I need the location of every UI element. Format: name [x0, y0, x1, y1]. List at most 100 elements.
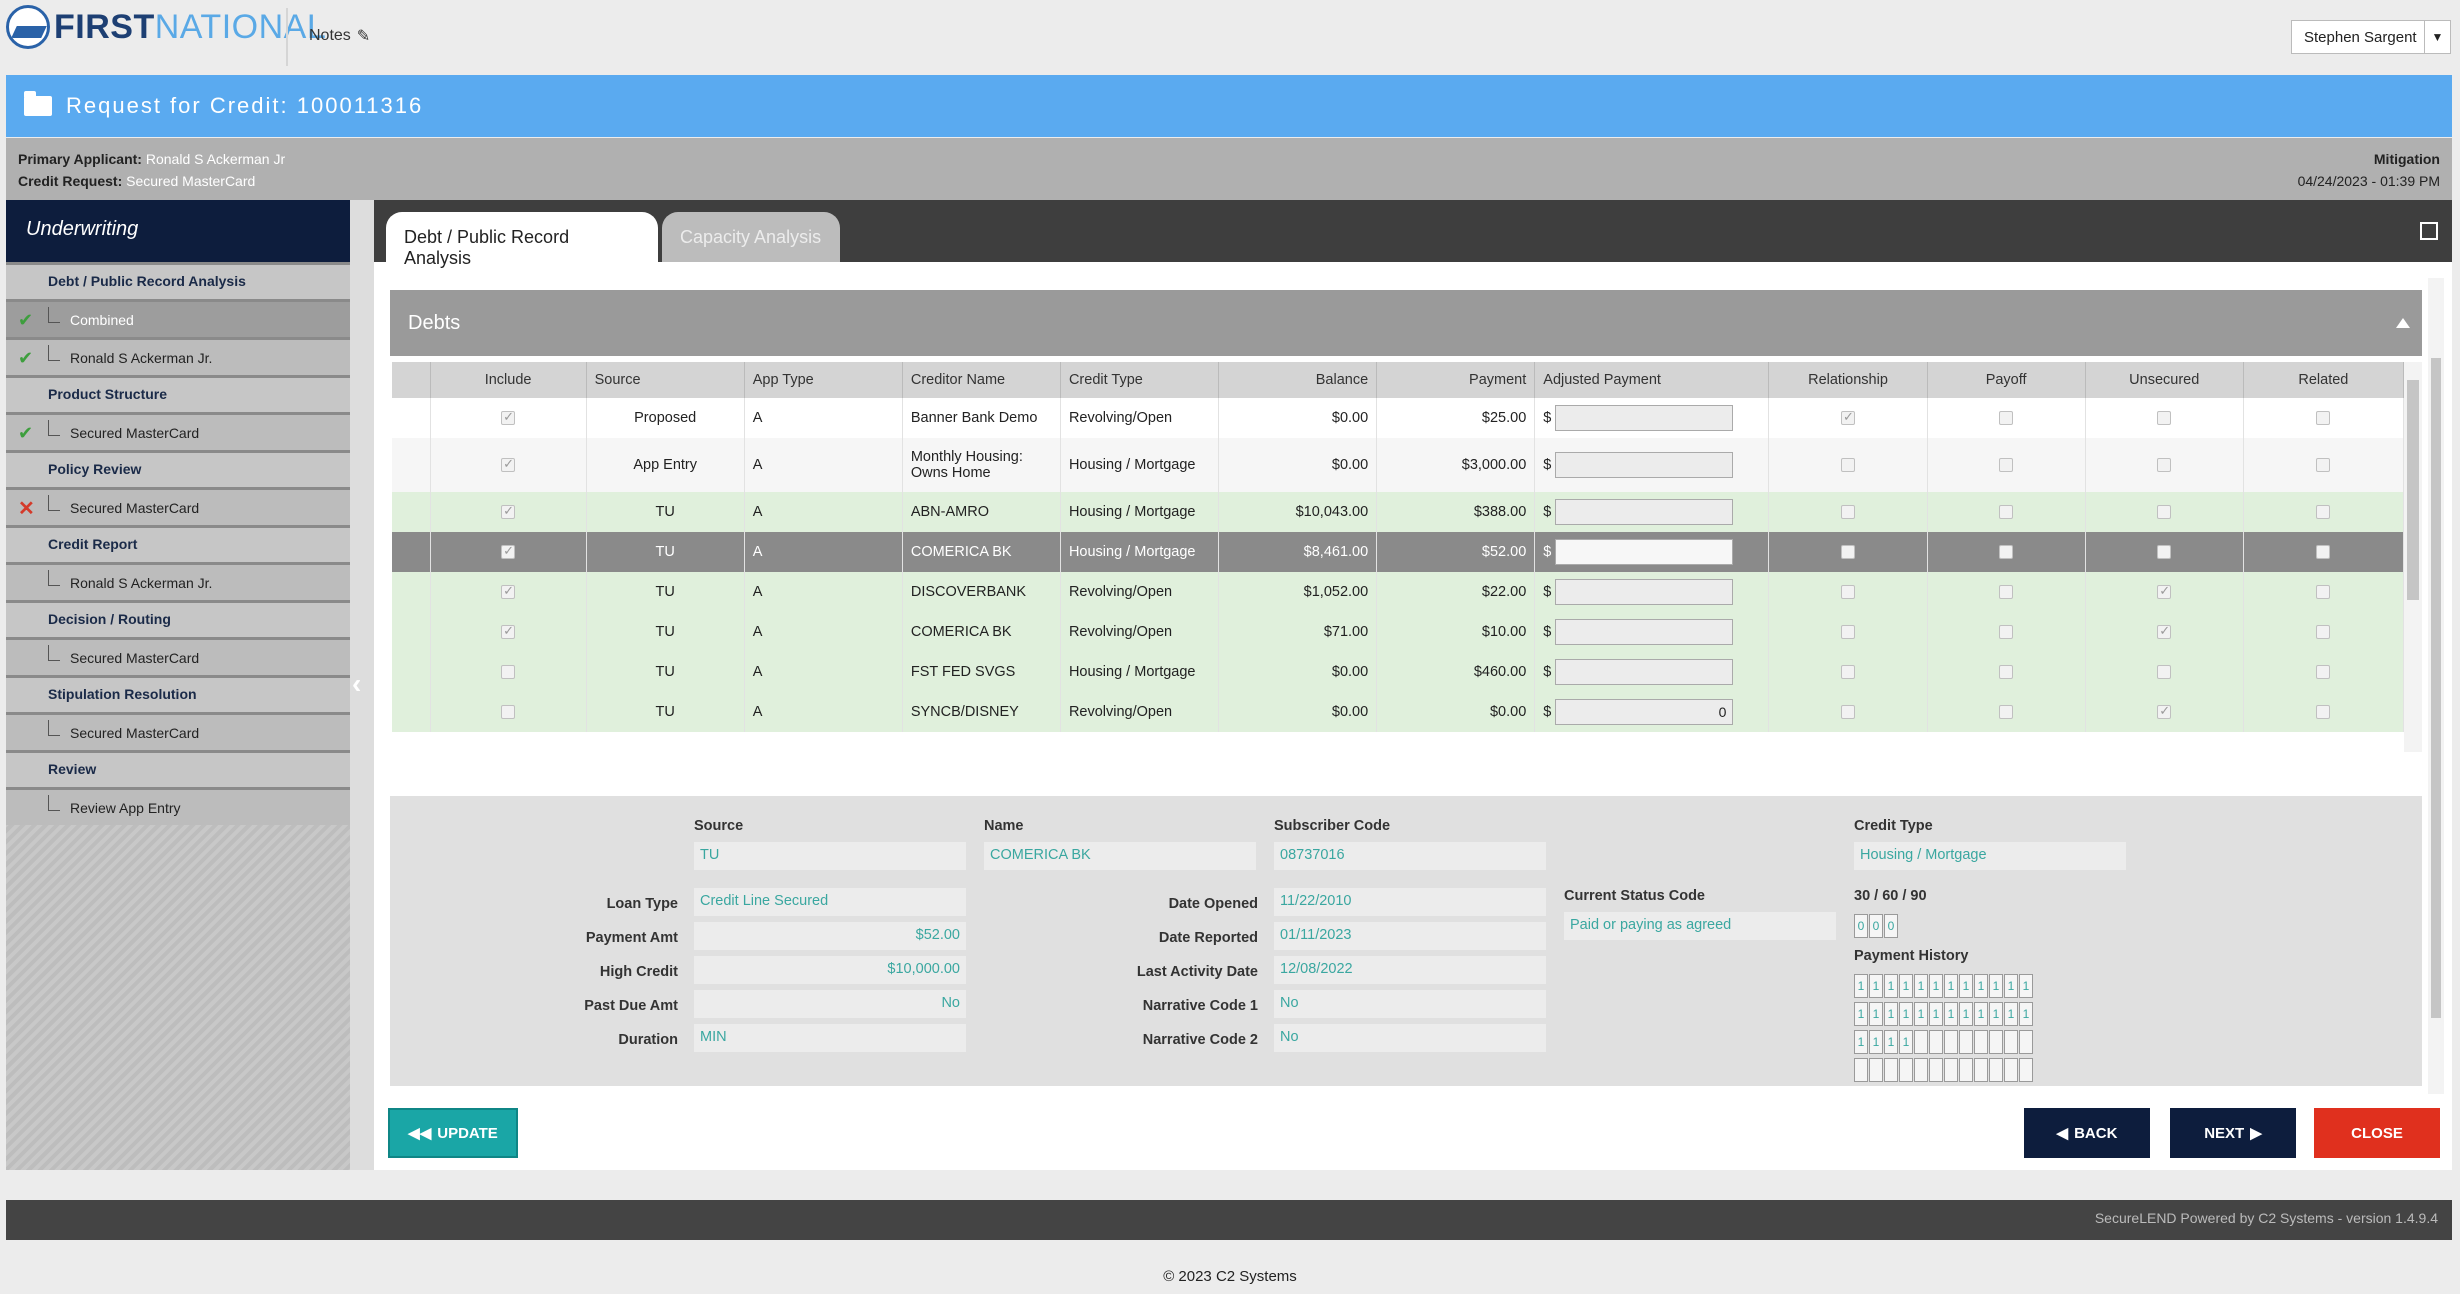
close-button[interactable]: CLOSE	[2314, 1108, 2440, 1158]
adjusted-payment-input[interactable]	[1555, 499, 1734, 525]
back-button[interactable]: ◀ BACK	[2024, 1108, 2150, 1158]
debt-row[interactable]: TUACOMERICA BKHousing / Mortgage$8,461.0…	[392, 532, 2404, 572]
include-checkbox[interactable]	[501, 503, 516, 520]
column-header[interactable]: Credit Type	[1060, 362, 1220, 398]
unsecured-checkbox[interactable]	[2157, 703, 2172, 720]
row-handle[interactable]	[392, 692, 431, 732]
payoff-checkbox[interactable]	[1999, 665, 2014, 680]
sidebar-item[interactable]: Secured MasterCard	[6, 637, 350, 675]
include-checkbox[interactable]	[501, 623, 516, 640]
debt-row[interactable]: ProposedABanner Bank DemoRevolving/Open$…	[392, 398, 2404, 438]
include-checkbox[interactable]	[501, 583, 516, 600]
row-handle[interactable]	[392, 398, 431, 438]
column-header[interactable]: Payment	[1376, 362, 1536, 398]
adjusted-payment-input[interactable]	[1555, 579, 1734, 605]
related-checkbox[interactable]	[2316, 585, 2331, 600]
row-handle[interactable]	[392, 572, 431, 612]
fullscreen-icon[interactable]	[2420, 222, 2438, 240]
adjusted-payment-input[interactable]	[1555, 452, 1734, 478]
include-checkbox[interactable]	[501, 705, 516, 720]
related-checkbox[interactable]	[2316, 545, 2331, 560]
relationship-checkbox[interactable]	[1841, 585, 1855, 600]
sidebar-item[interactable]: ✔ Ronald S Ackerman Jr.	[6, 337, 350, 375]
sidebar-item[interactable]: ✔ Secured MasterCard	[6, 412, 350, 450]
tab-capacity-analysis[interactable]: Capacity Analysis	[662, 212, 840, 262]
grid-scrollbar[interactable]	[2404, 362, 2422, 752]
caret-down-icon[interactable]: ▼	[2424, 21, 2450, 53]
sidebar-item[interactable]: Secured MasterCard	[6, 712, 350, 750]
unsecured-checkbox[interactable]	[2157, 411, 2172, 426]
debt-row[interactable]: TUADISCOVERBANKRevolving/Open$1,052.00$2…	[392, 572, 2404, 612]
chevron-left-icon[interactable]: ‹	[352, 668, 361, 700]
row-handle[interactable]	[392, 438, 431, 492]
next-button[interactable]: NEXT ▶	[2170, 1108, 2296, 1158]
debts-header[interactable]: Debts	[390, 290, 2422, 356]
debt-row[interactable]: TUACOMERICA BKRevolving/Open$71.00$10.00…	[392, 612, 2404, 652]
row-handle[interactable]	[392, 532, 431, 572]
unsecured-checkbox[interactable]	[2157, 458, 2172, 473]
column-header[interactable]: Related	[2243, 362, 2404, 398]
tab-debt-public-record[interactable]: Debt / Public Record Analysis	[386, 212, 658, 268]
row-handle[interactable]	[392, 652, 431, 692]
relationship-checkbox[interactable]	[1841, 665, 1855, 680]
payoff-checkbox[interactable]	[1999, 505, 2014, 520]
unsecured-checkbox[interactable]	[2157, 623, 2172, 640]
user-dropdown[interactable]: Stephen Sargent ▼	[2291, 20, 2451, 54]
sidebar-item[interactable]: ✕ Secured MasterCard	[6, 487, 350, 525]
related-checkbox[interactable]	[2316, 665, 2331, 680]
sidebar-item[interactable]: ✔ Combined	[6, 299, 350, 337]
include-checkbox[interactable]	[501, 409, 516, 426]
first-national-logo[interactable]: FIRST NATIONAL	[6, 5, 326, 49]
update-button[interactable]: ◀◀ UPDATE	[388, 1108, 518, 1158]
payoff-checkbox[interactable]	[1999, 585, 2014, 600]
payoff-checkbox[interactable]	[1999, 625, 2014, 640]
panel-scroll-thumb[interactable]	[2431, 358, 2441, 1018]
column-header[interactable]: Source	[586, 362, 745, 398]
column-header[interactable]: Unsecured	[2085, 362, 2244, 398]
relationship-checkbox[interactable]	[1841, 545, 1855, 560]
unsecured-checkbox[interactable]	[2157, 505, 2172, 520]
adjusted-payment-input[interactable]	[1555, 659, 1734, 685]
include-checkbox[interactable]	[501, 456, 516, 473]
column-header[interactable]: Relationship	[1768, 362, 1928, 398]
unsecured-checkbox[interactable]	[2157, 545, 2172, 560]
include-checkbox[interactable]	[501, 543, 516, 560]
debt-row[interactable]: App EntryAMonthly Housing: Owns HomeHous…	[392, 438, 2404, 492]
relationship-checkbox[interactable]	[1841, 458, 1855, 473]
panel-scrollbar[interactable]	[2428, 278, 2444, 1094]
payoff-checkbox[interactable]	[1999, 705, 2014, 720]
related-checkbox[interactable]	[2316, 705, 2331, 720]
column-header[interactable]: Adjusted Payment	[1534, 362, 1770, 398]
column-header[interactable]: App Type	[744, 362, 903, 398]
payoff-checkbox[interactable]	[1999, 545, 2014, 560]
relationship-checkbox[interactable]	[1841, 409, 1855, 426]
row-handle[interactable]	[392, 612, 431, 652]
adjusted-payment-input[interactable]	[1555, 405, 1734, 431]
debt-row[interactable]: TU A SYNCB/DISNEY Revolving/Open $0.00 $0.00 $…	[392, 692, 2404, 732]
unsecured-checkbox[interactable]	[2157, 583, 2172, 600]
column-header[interactable]: Creditor Name	[902, 362, 1061, 398]
include-checkbox[interactable]	[501, 665, 516, 680]
payoff-checkbox[interactable]	[1999, 411, 2014, 426]
unsecured-checkbox[interactable]	[2157, 665, 2172, 680]
debt-row[interactable]: TU A FST FED SVGS Housing / Mortgage $0.00 $4…	[392, 652, 2404, 692]
grid-scroll-thumb[interactable]	[2407, 380, 2419, 600]
column-header[interactable]: Include	[430, 362, 587, 398]
sidebar-item[interactable]: Review App Entry	[6, 787, 350, 825]
adjusted-payment-input[interactable]	[1555, 539, 1734, 565]
payoff-checkbox[interactable]	[1999, 458, 2014, 473]
sidebar-collapse-toggle[interactable]: ‹	[350, 200, 374, 1170]
adjusted-payment-input[interactable]	[1555, 619, 1734, 645]
sidebar-item[interactable]: Ronald S Ackerman Jr.	[6, 562, 350, 600]
collapse-up-icon[interactable]	[2396, 318, 2410, 328]
notes-link[interactable]: Notes ✎	[309, 26, 370, 46]
related-checkbox[interactable]	[2316, 458, 2331, 473]
column-header[interactable]: Balance	[1218, 362, 1378, 398]
adjusted-payment-input[interactable]: 0	[1555, 699, 1734, 725]
row-handle[interactable]	[392, 492, 431, 532]
relationship-checkbox[interactable]	[1841, 625, 1855, 640]
related-checkbox[interactable]	[2316, 411, 2331, 426]
debt-row[interactable]: TUAABN-AMROHousing / Mortgage$10,043.00$…	[392, 492, 2404, 532]
related-checkbox[interactable]	[2316, 625, 2331, 640]
relationship-checkbox[interactable]	[1841, 705, 1855, 720]
